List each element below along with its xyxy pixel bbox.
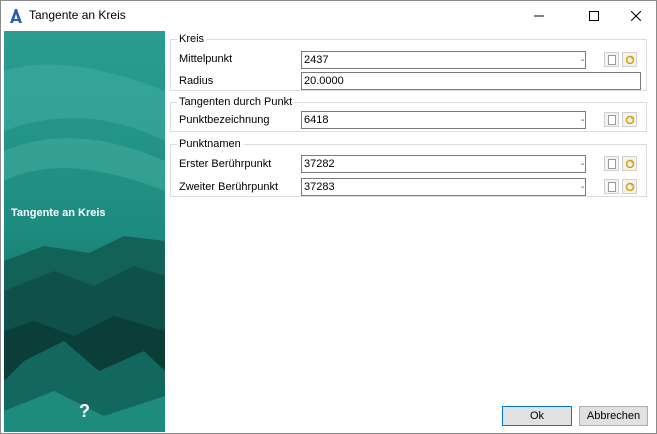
punktbezeichnung-pick-button[interactable] <box>604 112 619 127</box>
mittelpunkt-pick-button[interactable] <box>604 52 619 67</box>
refresh-icon <box>625 55 635 65</box>
zweiter-suffix: - <box>581 182 585 193</box>
punktnamen-group: Punktnamen Erster Berührpunkt 37282 - Zw… <box>170 138 647 197</box>
page-icon <box>607 114 616 125</box>
kreis-group: Kreis Mittelpunkt 2437 - Radius 20.0000 <box>170 33 647 91</box>
refresh-icon <box>625 182 635 192</box>
page-icon <box>607 158 616 169</box>
cancel-button[interactable]: Abbrechen <box>579 406 648 426</box>
zweiter-pick-button[interactable] <box>604 179 619 194</box>
banner-title: Tangente an Kreis <box>11 207 106 219</box>
erster-label: Erster Berührpunkt <box>179 158 272 170</box>
mittelpunkt-select-button[interactable] <box>622 52 637 67</box>
minimize-button[interactable] <box>516 1 562 31</box>
close-icon <box>631 11 641 21</box>
page-icon <box>607 181 616 192</box>
kreis-group-label: Kreis <box>177 33 207 45</box>
radius-value: 20.0000 <box>304 75 344 87</box>
punktbezeichnung-label: Punktbezeichnung <box>179 114 270 126</box>
tangenten-group: Tangenten durch Punkt Punktbezeichnung 6… <box>170 96 647 132</box>
punktnamen-group-label: Punktnamen <box>177 138 243 150</box>
mittelpunkt-suffix: - <box>581 55 585 66</box>
erster-select-button[interactable] <box>622 156 637 171</box>
punktbezeichnung-value: 6418 <box>304 114 329 126</box>
refresh-icon <box>625 159 635 169</box>
erster-suffix: - <box>581 159 585 170</box>
mittelpunkt-value: 2437 <box>304 54 329 66</box>
dialog-window: Tangente an Kreis Tangente an Kreis ? Kr… <box>0 0 657 434</box>
zweiter-input[interactable]: 37283 <box>301 178 586 196</box>
side-banner: Tangente an Kreis ? <box>4 31 165 432</box>
mittelpunkt-label: Mittelpunkt <box>179 53 233 65</box>
punktbezeichnung-select-button[interactable] <box>622 112 637 127</box>
help-icon[interactable]: ? <box>79 401 90 422</box>
refresh-icon <box>625 115 635 125</box>
zweiter-value: 37283 <box>304 181 335 193</box>
erster-pick-button[interactable] <box>604 156 619 171</box>
mittelpunkt-input[interactable]: 2437 <box>301 51 586 69</box>
radius-input[interactable]: 20.0000 <box>301 72 641 90</box>
app-logo-icon <box>8 8 24 24</box>
tangenten-group-label: Tangenten durch Punkt <box>177 96 295 108</box>
window-title: Tangente an Kreis <box>29 8 126 22</box>
ok-button[interactable]: Ok <box>502 406 572 426</box>
close-button[interactable] <box>613 1 657 31</box>
punktbezeichnung-input[interactable]: 6418 <box>301 111 586 129</box>
maximize-icon <box>589 11 599 21</box>
page-icon <box>607 54 616 65</box>
radius-label: Radius <box>179 75 214 87</box>
banner-image <box>4 31 165 432</box>
punktbezeichnung-suffix: - <box>581 115 585 126</box>
erster-input[interactable]: 37282 <box>301 155 586 173</box>
minimize-icon <box>534 11 544 21</box>
zweiter-label: Zweiter Berührpunkt <box>179 181 279 193</box>
title-bar: Tangente an Kreis <box>1 1 656 31</box>
erster-value: 37282 <box>304 158 335 170</box>
zweiter-select-button[interactable] <box>622 179 637 194</box>
maximize-button[interactable] <box>571 1 617 31</box>
